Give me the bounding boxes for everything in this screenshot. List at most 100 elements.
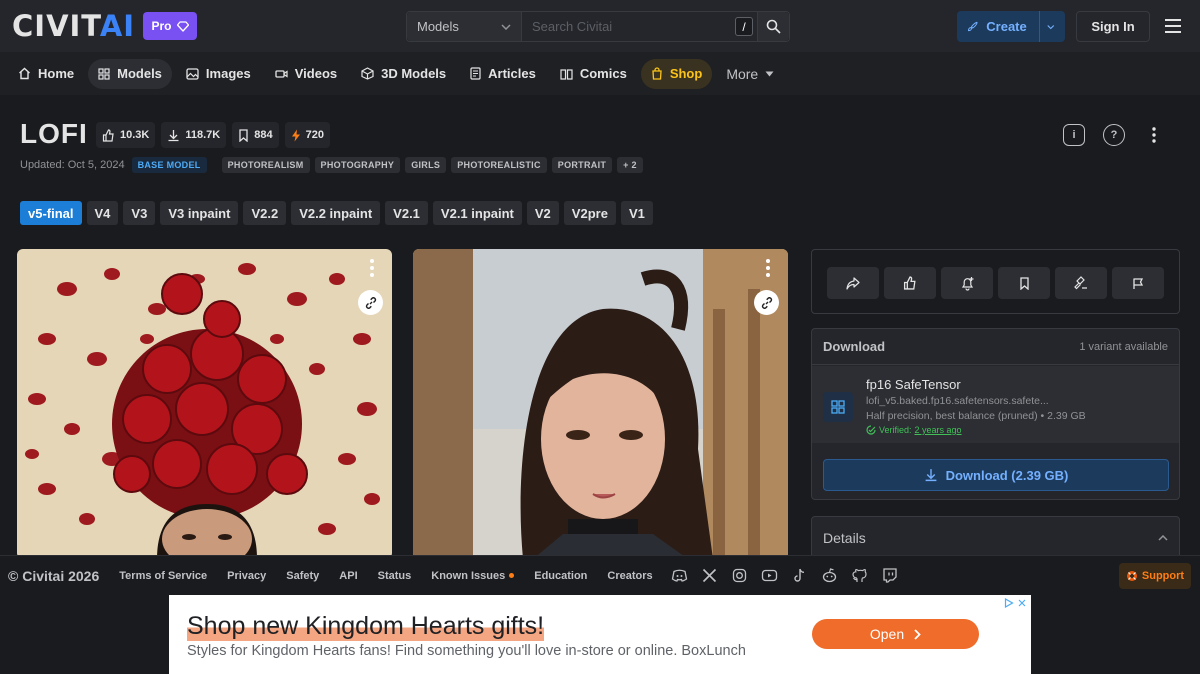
downloads-stat: 118.7K <box>161 122 227 148</box>
likes-stat[interactable]: 10.3K <box>96 122 156 148</box>
nav-home[interactable]: Home <box>8 59 84 89</box>
link-icon[interactable] <box>358 290 383 315</box>
footer-link-creators[interactable]: Creators <box>607 570 652 582</box>
notify-button[interactable] <box>941 267 993 299</box>
version-tab[interactable]: V3 <box>123 201 156 225</box>
youtube-icon[interactable] <box>761 567 778 584</box>
chevron-down-icon[interactable] <box>1047 24 1055 30</box>
info-icon[interactable]: i <box>1063 124 1085 146</box>
nav-comics[interactable]: Comics <box>550 59 637 89</box>
discord-icon[interactable] <box>671 567 688 584</box>
version-tab[interactable]: V2.2 <box>243 201 287 225</box>
tag[interactable]: PORTRAIT <box>551 157 613 173</box>
create-button[interactable]: Create <box>957 11 1065 42</box>
download-icon <box>925 469 936 482</box>
nav-articles[interactable]: Articles <box>460 59 546 89</box>
tag[interactable]: PHOTOREALISM <box>221 157 310 173</box>
share-button[interactable] <box>827 267 879 299</box>
footer: © Civitai 2026 Terms of Service Privacy … <box>0 555 1200 595</box>
cube-icon <box>361 67 374 80</box>
nav-label: Shop <box>669 66 703 81</box>
bookmarks-stat[interactable]: 884 <box>232 122 279 148</box>
close-icon[interactable] <box>1017 598 1027 608</box>
nav-label: Images <box>205 66 251 81</box>
footer-link-known-issues[interactable]: Known Issues <box>431 570 515 582</box>
support-button[interactable]: Support <box>1119 563 1191 589</box>
link-icon[interactable] <box>754 290 779 315</box>
footer-link-status[interactable]: Status <box>378 570 412 582</box>
version-tab[interactable]: V2pre <box>563 201 616 225</box>
civitai-logo[interactable]: CIVITAI <box>12 11 135 41</box>
footer-link-safety[interactable]: Safety <box>286 570 319 582</box>
twitch-icon[interactable] <box>881 567 898 584</box>
download-button-label: Download (2.39 GB) <box>945 467 1069 483</box>
image-options-icon[interactable] <box>762 257 774 279</box>
image-options-icon[interactable] <box>366 257 378 279</box>
search-scope-select[interactable]: Models <box>407 12 522 41</box>
article-icon <box>470 67 481 80</box>
nav-images[interactable]: Images <box>176 59 261 89</box>
tiktok-icon[interactable] <box>791 567 808 584</box>
download-header: Download 1 variant available <box>812 329 1179 365</box>
title-actions: i ? <box>1063 124 1165 146</box>
ad-headline[interactable]: Shop new Kingdom Hearts gifts! <box>187 611 545 641</box>
ad-open-button[interactable]: Open <box>812 619 979 649</box>
version-tab[interactable]: v5-final <box>20 201 82 225</box>
download-button[interactable]: Download (2.39 GB) <box>823 459 1169 491</box>
nav-shop[interactable]: Shop <box>640 58 713 89</box>
nav-3d-models[interactable]: 3D Models <box>351 59 456 89</box>
version-tab[interactable]: V2.1 <box>385 201 428 225</box>
base-model-tag[interactable]: BASE MODEL <box>131 157 207 173</box>
help-icon[interactable]: ? <box>1103 124 1125 146</box>
search-button[interactable] <box>757 12 789 41</box>
reddit-icon[interactable] <box>821 567 838 584</box>
gallery-image[interactable] <box>413 249 788 559</box>
version-tab[interactable]: V4 <box>86 201 119 225</box>
footer-link-education[interactable]: Education <box>534 570 587 582</box>
sign-in-button[interactable]: Sign In <box>1076 11 1150 42</box>
ad-choices[interactable] <box>1004 598 1027 608</box>
bookmark-button[interactable] <box>998 267 1050 299</box>
instagram-icon[interactable] <box>731 567 748 584</box>
nav-label: Models <box>117 66 162 81</box>
buzz-stat[interactable]: 720 <box>284 122 330 148</box>
gallery-image[interactable] <box>17 249 392 559</box>
tag[interactable]: PHOTOGRAPHY <box>314 157 401 173</box>
x-icon[interactable] <box>701 567 718 584</box>
model-stats: 10.3K 118.7K 884 720 <box>96 122 330 148</box>
gavel-icon <box>1074 276 1087 290</box>
thumb-up-icon <box>903 276 916 290</box>
bookmark-icon <box>239 128 248 142</box>
version-tab[interactable]: V2.2 inpaint <box>291 201 381 225</box>
pro-button[interactable]: Pro <box>143 12 197 40</box>
report-button[interactable] <box>1112 267 1164 299</box>
details-accordion[interactable]: Details <box>811 516 1180 560</box>
nav-more[interactable]: More <box>716 59 784 89</box>
footer-link-api[interactable]: API <box>339 570 357 582</box>
more-tags[interactable]: + 2 <box>617 157 643 173</box>
thumb-up-icon <box>102 128 114 142</box>
nav-label: Home <box>38 66 75 81</box>
version-tab[interactable]: V1 <box>620 201 653 225</box>
footer-link-terms[interactable]: Terms of Service <box>119 570 207 582</box>
tag[interactable]: PHOTOREALISTIC <box>451 157 547 173</box>
auction-button[interactable] <box>1055 267 1107 299</box>
version-tab[interactable]: V3 inpaint <box>160 201 239 225</box>
version-tab[interactable]: V2.1 inpaint <box>432 201 522 225</box>
nav-models[interactable]: Models <box>88 58 172 89</box>
tag[interactable]: GIRLS <box>405 157 447 173</box>
more-options-icon[interactable] <box>1143 124 1165 146</box>
ad-banner[interactable]: Shop new Kingdom Hearts gifts! Styles fo… <box>169 595 1031 674</box>
file-variant[interactable]: fp16 SafeTensor lofi_v5.baked.fp16.safet… <box>812 366 1179 443</box>
github-icon[interactable] <box>851 567 868 584</box>
footer-link-privacy[interactable]: Privacy <box>227 570 266 582</box>
menu-icon[interactable] <box>1163 17 1183 35</box>
nav-videos[interactable]: Videos <box>265 59 347 89</box>
ad-cta-label: Open <box>869 626 905 642</box>
search-input[interactable] <box>522 12 757 41</box>
verified-date[interactable]: 2 years ago <box>915 425 962 435</box>
like-button[interactable] <box>884 267 936 299</box>
version-tab[interactable]: V2 <box>526 201 559 225</box>
download-icon <box>168 129 179 141</box>
portrait-woman-image <box>413 249 788 559</box>
